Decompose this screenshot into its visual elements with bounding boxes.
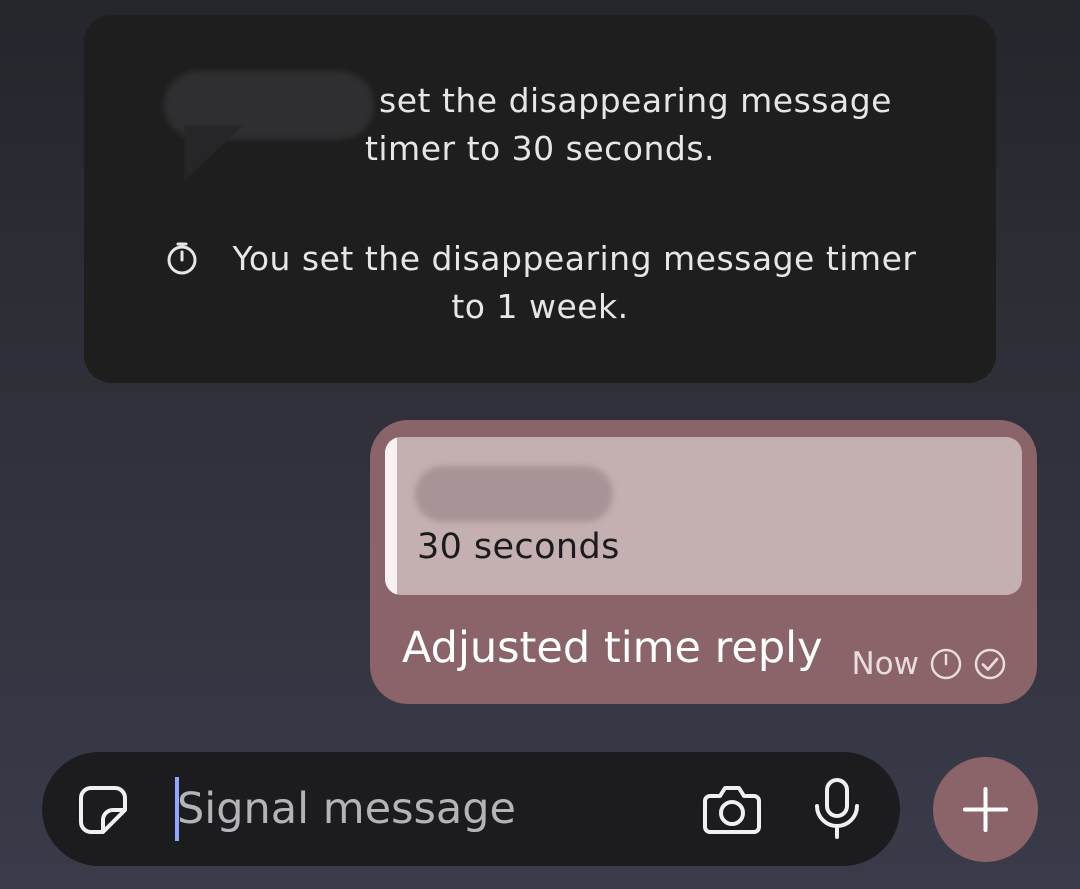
message-time: Now: [851, 646, 919, 682]
camera-button[interactable]: [702, 781, 762, 837]
message-body: Adjusted time reply: [402, 623, 823, 673]
quoted-message[interactable]: 30 seconds: [385, 437, 1022, 595]
sticker-icon: [79, 786, 127, 834]
microphone-icon: [815, 778, 859, 839]
quote-accent-bar: [385, 437, 397, 595]
sticker-button[interactable]: [76, 783, 130, 837]
timer-update-self-line1: You set the disappearing message timer: [232, 239, 917, 278]
timer-icon: [164, 240, 200, 276]
timer-update-self: You set the disappearing message timer t…: [84, 235, 996, 331]
outgoing-message[interactable]: 30 seconds Adjusted time reply Now: [370, 420, 1037, 704]
timer-update-contact-line2: timer to 30 seconds.: [364, 129, 716, 168]
message-input[interactable]: [177, 779, 677, 839]
microphone-button[interactable]: [810, 777, 864, 841]
quoted-message-text: 30 seconds: [417, 527, 620, 567]
redacted-quote-author: [415, 466, 613, 522]
plus-icon: [963, 787, 1008, 832]
camera-icon: [703, 786, 761, 834]
timer-icon: [929, 647, 963, 681]
attach-button[interactable]: [933, 757, 1038, 862]
system-messages-panel: set the disappearing message timer to 30…: [84, 15, 996, 383]
message-meta: Now: [851, 642, 1007, 686]
timer-update-contact-line1: set the disappearing message: [379, 81, 892, 120]
timer-update-contact: set the disappearing message timer to 30…: [84, 77, 996, 173]
message-composer: [42, 752, 900, 866]
timer-update-self-line2: to 1 week.: [451, 287, 629, 326]
sent-check-icon: [973, 647, 1007, 681]
